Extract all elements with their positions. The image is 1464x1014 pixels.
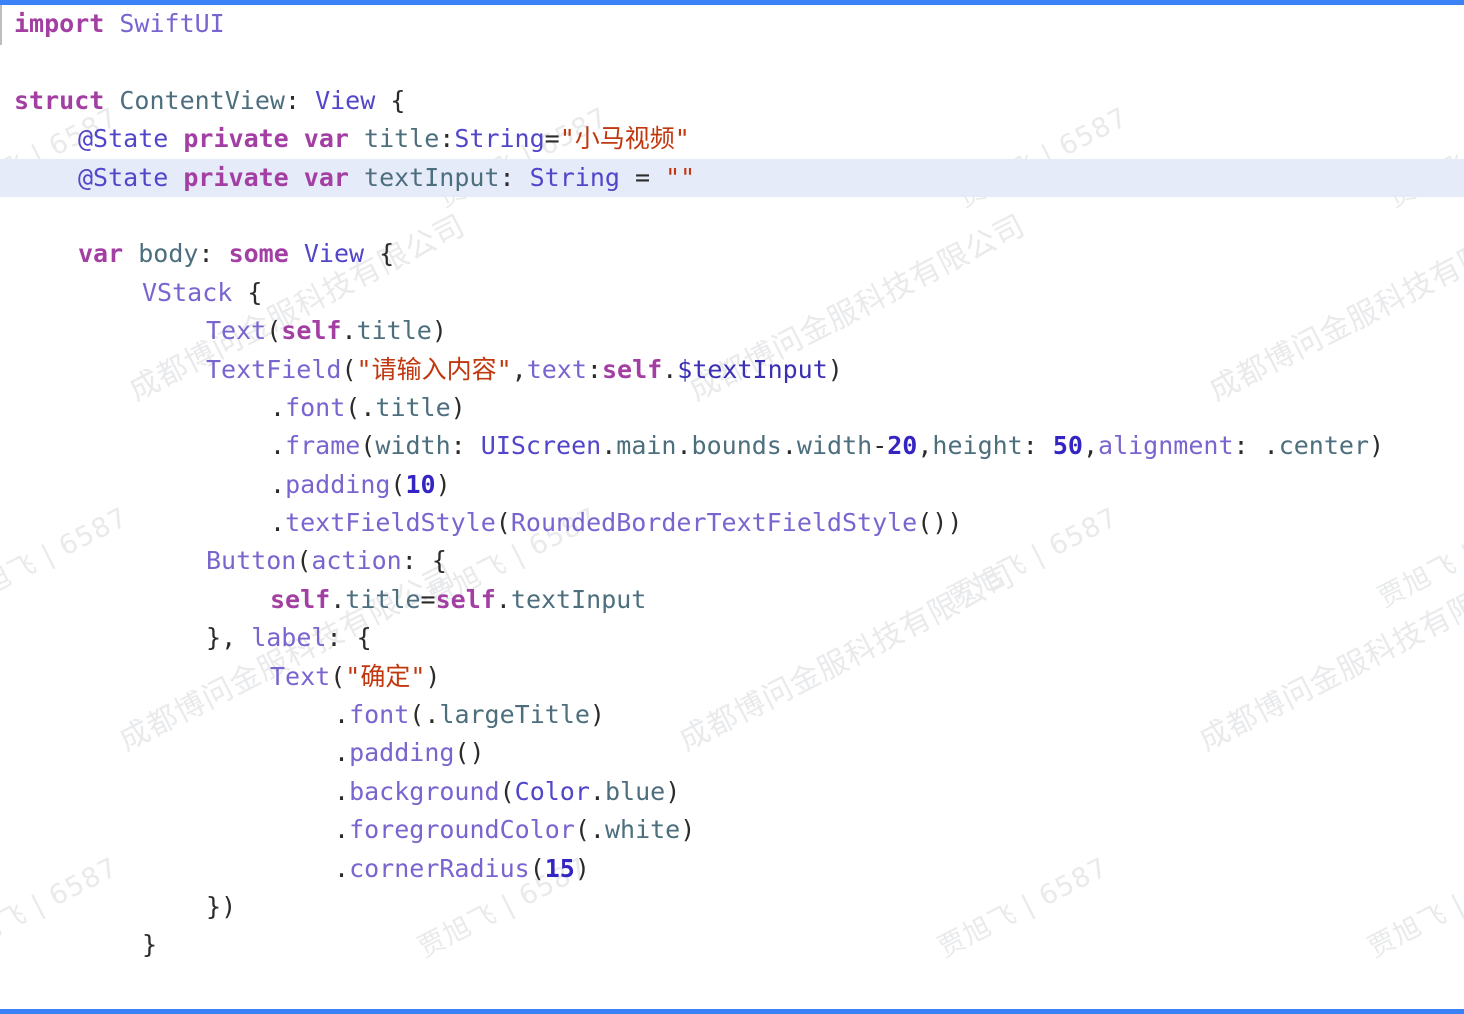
code-line[interactable]: import SwiftUI [0, 5, 1464, 43]
code-line[interactable]: .font(.largeTitle) [0, 696, 1464, 734]
bottom-accent-border [0, 1009, 1464, 1014]
code-line[interactable]: Button(action: { [0, 542, 1464, 580]
code-line[interactable]: VStack { [0, 274, 1464, 312]
top-accent-border [0, 0, 1464, 5]
code-line[interactable]: .background(Color.blue) [0, 773, 1464, 811]
code-line[interactable]: @State private var title:String="小马视频" [0, 120, 1464, 158]
code-line[interactable]: @State private var textInput: String = "… [0, 158, 1464, 197]
code-line[interactable] [0, 43, 1464, 81]
code-line[interactable]: TextField("请输入内容",text:self.$textInput) [0, 351, 1464, 389]
code-screenshot: 成都博问金服科技有限公司 成都博问金服科技有限公司 成都博问金服科技有限公司 贾旭飞 … [0, 0, 1464, 1014]
code-line[interactable]: var body: some View { [0, 235, 1464, 273]
code-line[interactable]: .foregroundColor(.white) [0, 811, 1464, 849]
code-line[interactable]: .padding(10) [0, 466, 1464, 504]
code-line[interactable] [0, 965, 1464, 1003]
code-line[interactable]: .frame(width: UIScreen.main.bounds.width… [0, 427, 1464, 465]
code-line[interactable]: }) [0, 888, 1464, 926]
code-line[interactable]: .font(.title) [0, 389, 1464, 427]
code-line[interactable]: .cornerRadius(15) [0, 850, 1464, 888]
code-line[interactable] [0, 197, 1464, 235]
code-block[interactable]: import SwiftUI struct ContentView: View … [0, 5, 1464, 1014]
code-line[interactable]: Text(self.title) [0, 312, 1464, 350]
left-gutter-rule [0, 5, 2, 45]
code-line[interactable]: .padding() [0, 734, 1464, 772]
code-line[interactable]: .textFieldStyle(RoundedBorderTextFieldSt… [0, 504, 1464, 542]
code-line[interactable]: }, label: { [0, 619, 1464, 657]
code-line[interactable]: struct ContentView: View { [0, 82, 1464, 120]
code-line[interactable]: Text("确定") [0, 658, 1464, 696]
code-line[interactable]: } [0, 926, 1464, 964]
code-line[interactable]: self.title=self.textInput [0, 581, 1464, 619]
